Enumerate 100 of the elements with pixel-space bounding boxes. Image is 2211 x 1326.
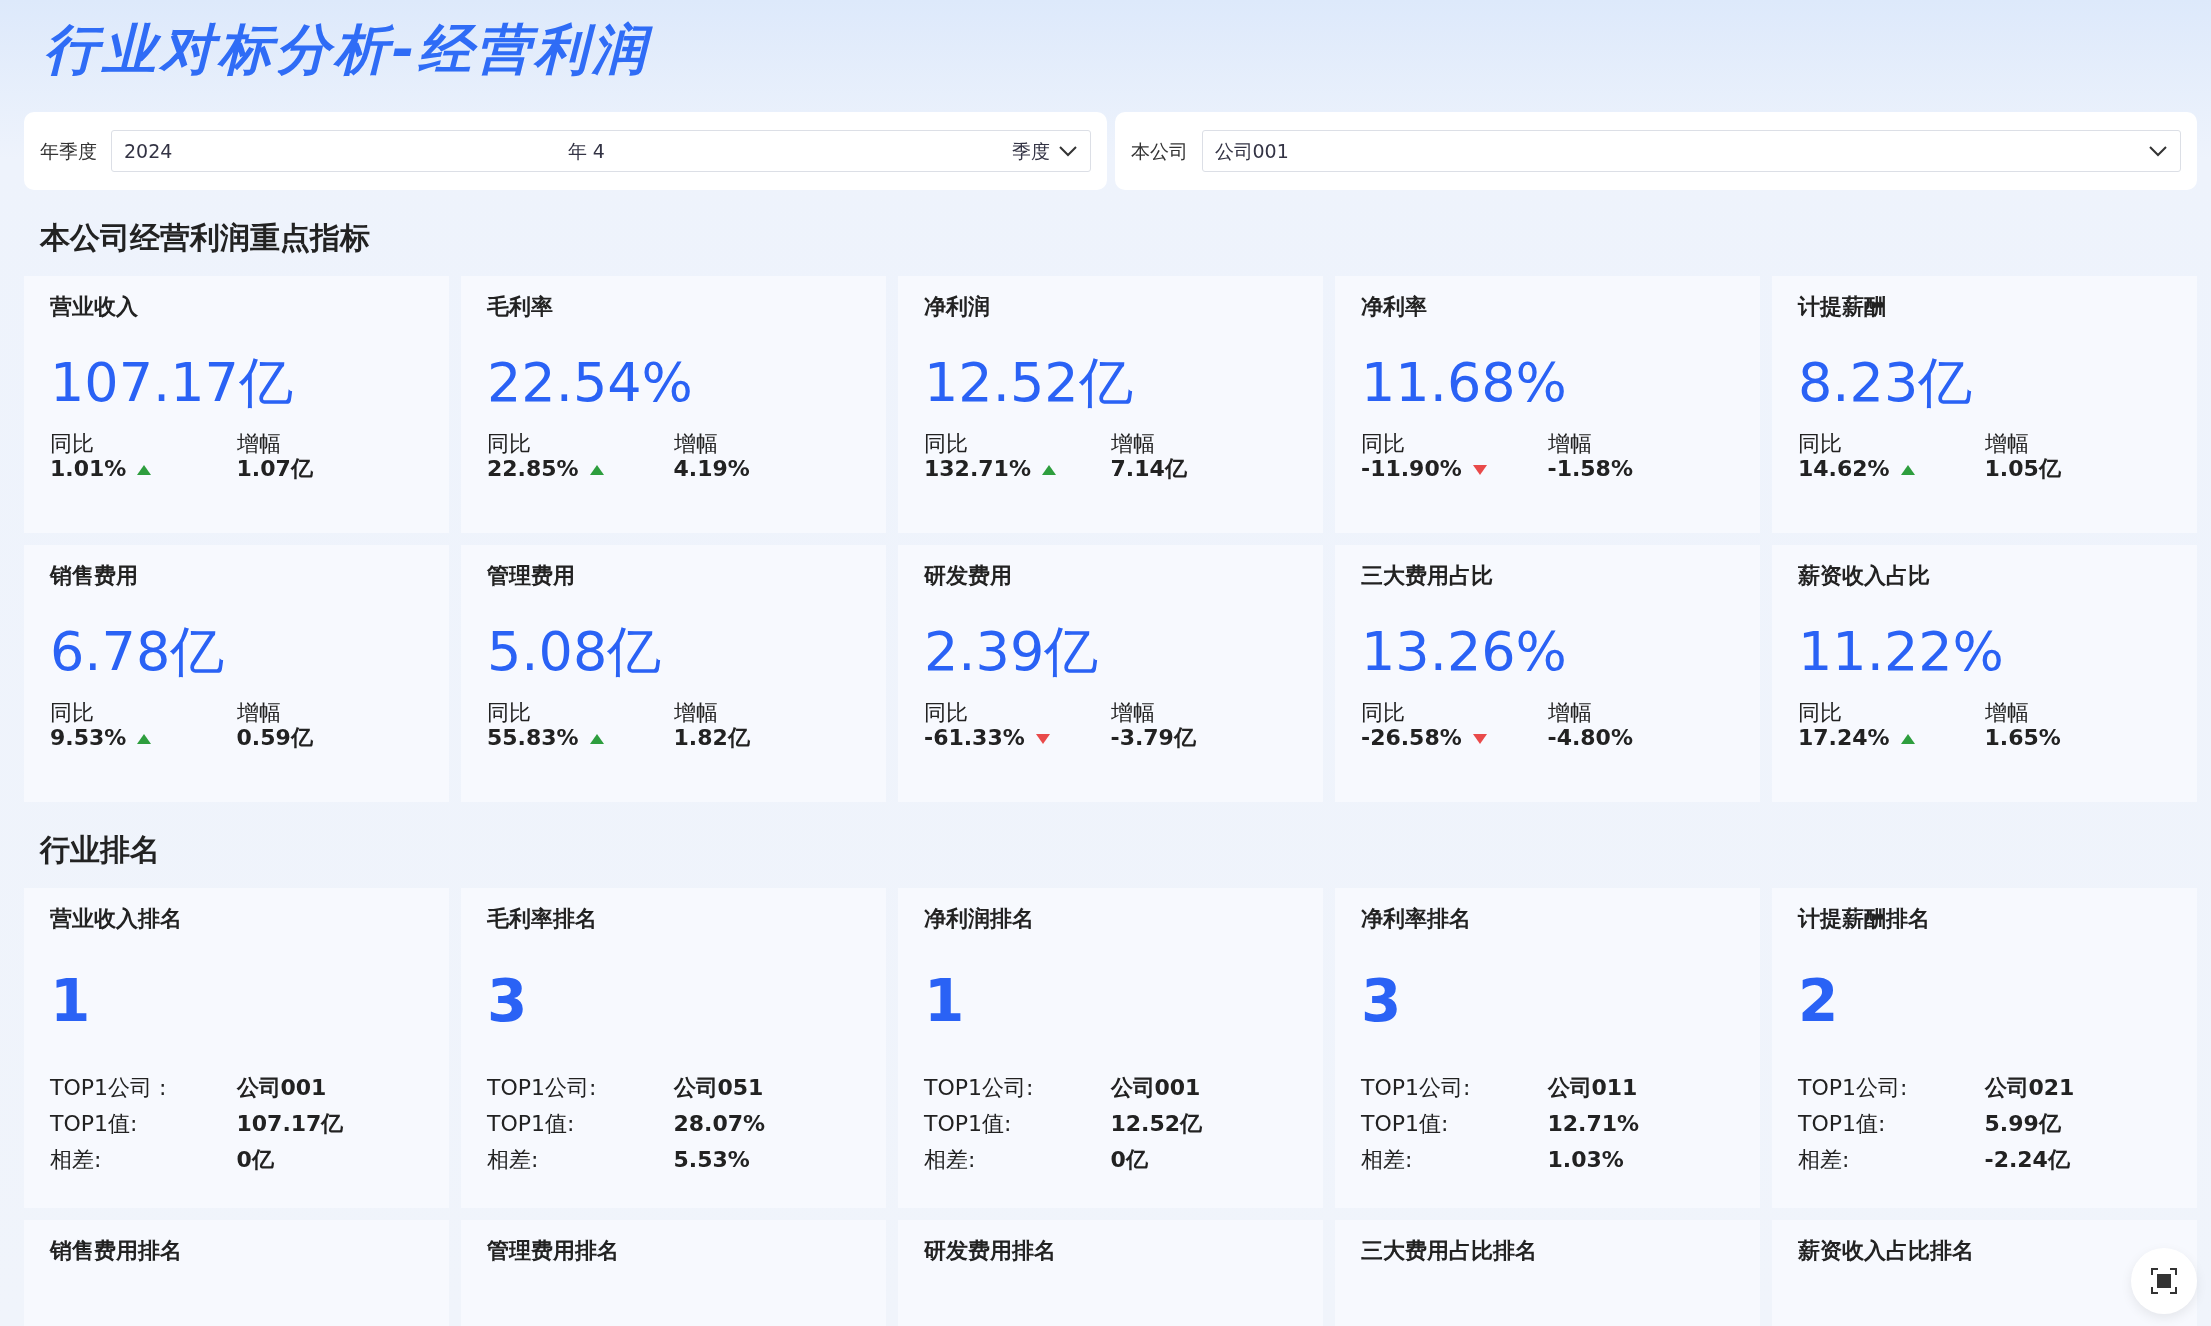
increase-label: 增幅 [673,701,719,726]
dropdown-field[interactable]: 2024 年 4 季度 [111,130,1091,172]
ranking-label: TOP1公司: [487,1075,597,1101]
triangle-up-icon [1040,463,1057,476]
yoy-value: 1.01% [50,455,127,481]
increase-value: 1.07亿 [236,455,313,481]
increase-label: 增幅 [1110,701,1156,726]
metric-value: 13.26% [1361,625,1568,680]
increase-label: 增幅 [1110,432,1156,457]
yoy-value: 132.71% [924,455,1031,481]
increase-value: 1.65% [1984,724,2061,750]
metric-value: 8.23亿 [1798,356,1974,411]
ranking-label: 相差: [487,1147,539,1173]
metric-name: 销售费用 [50,563,139,590]
yoy-label: 同比 [487,701,532,726]
ranking-name: 三大费用占比排名 [1361,1238,1538,1265]
ranking-label: 相差: [1798,1147,1850,1173]
ranking-name: 管理费用排名 [487,1238,620,1265]
triangle-up-icon [588,732,605,745]
ranking-value: 公司001 [1110,1075,1201,1101]
metric-value: 107.17亿 [50,356,294,411]
section-title: 本公司经营利润重点指标 [38,219,371,257]
metric-name: 薪资收入占比 [1798,563,1931,590]
yoy-value: -61.33% [924,724,1025,750]
yoy-label: 同比 [487,432,532,457]
ranking-value: 12.52亿 [1110,1111,1203,1137]
yoy-label: 同比 [50,701,95,726]
ranking-name: 销售费用排名 [50,1238,183,1265]
ranking-label: 相差: [1361,1147,1413,1173]
yoy-value: 9.53% [50,724,127,750]
ranking-label: TOP1值: [487,1111,575,1137]
yoy-label: 同比 [50,432,95,457]
rank-number: 1 [924,972,966,1031]
ranking-name: 研发费用排名 [924,1238,1057,1265]
ranking-name: 净利率排名 [1361,906,1472,933]
ranking-label: TOP1值: [924,1111,1012,1137]
triangle-up-icon [1899,732,1916,745]
ranking-value: 公司051 [673,1075,764,1101]
metric-value: 2.39亿 [924,625,1100,680]
rank-number: 2 [1798,972,1840,1031]
increase-label: 增幅 [673,432,719,457]
yoy-value: 17.24% [1798,724,1890,750]
metric-value: 11.22% [1798,625,2005,680]
triangle-up-icon [136,463,153,476]
ranking-label: TOP1值: [1798,1111,1886,1137]
ranking-value: 12.71% [1547,1111,1640,1137]
increase-value: 4.19% [673,455,750,481]
increase-label: 增幅 [1984,432,2030,457]
yoy-value: -11.90% [1361,455,1462,481]
yoy-label: 同比 [1798,701,1843,726]
triangle-up-icon [136,732,153,745]
ranking-value: 5.99亿 [1984,1111,2061,1137]
ranking-value: 0亿 [1110,1147,1148,1173]
dropdown-field[interactable]: 公司001 [1201,130,2181,172]
increase-value: -4.80% [1547,724,1633,750]
metric-value: 12.52亿 [924,356,1134,411]
ranking-label: TOP1公司: [1798,1075,1908,1101]
metric-name: 管理费用 [487,563,576,590]
ranking-label: 相差: [50,1147,102,1173]
yoy-label: 同比 [1361,432,1406,457]
yoy-value: -26.58% [1361,724,1462,750]
filter-label: 本公司 [1130,138,1188,164]
ranking-value: -2.24亿 [1984,1147,2070,1173]
ranking-label: TOP1公司: [924,1075,1034,1101]
metric-name: 研发费用 [924,563,1013,590]
page-title: 行业对标分析-经营利润 [43,17,654,83]
yoy-label: 同比 [924,432,969,457]
metric-value: 6.78亿 [50,625,226,680]
metric-name: 净利润 [924,294,991,321]
ranking-label: TOP1公司 : [50,1075,167,1101]
ranking-value: 公司001 [236,1075,327,1101]
increase-label: 增幅 [1547,432,1593,457]
increase-value: -3.79亿 [1110,724,1196,750]
triangle-down-icon [1471,732,1488,745]
ranking-value: 0亿 [236,1147,274,1173]
ranking-value: 1.03% [1547,1147,1624,1173]
triangle-up-icon [588,463,605,476]
yoy-value: 55.83% [487,724,579,750]
yoy-label: 同比 [1361,701,1406,726]
increase-label: 增幅 [1547,701,1593,726]
ranking-name: 营业收入排名 [50,906,183,933]
ranking-value: 107.17亿 [236,1111,344,1137]
ranking-value: 公司011 [1547,1075,1638,1101]
metric-name: 毛利率 [487,294,554,321]
yoy-label: 同比 [1798,432,1843,457]
section-title: 行业排名 [38,831,161,869]
metric-name: 净利率 [1361,294,1428,321]
ranking-label: TOP1值: [1361,1111,1449,1137]
triangle-down-icon [1034,732,1051,745]
increase-label: 增幅 [236,701,282,726]
rank-number: 3 [1361,972,1403,1031]
yoy-value: 14.62% [1798,455,1890,481]
metric-value: 5.08亿 [487,625,663,680]
ranking-label: TOP1值: [50,1111,138,1137]
yoy-value: 22.85% [487,455,579,481]
metric-name: 三大费用占比 [1361,563,1494,590]
increase-value: 1.05亿 [1984,455,2061,481]
chevron-down-icon [1057,145,1078,157]
ranking-value: 28.07% [673,1111,766,1137]
rank-number: 3 [487,972,529,1031]
